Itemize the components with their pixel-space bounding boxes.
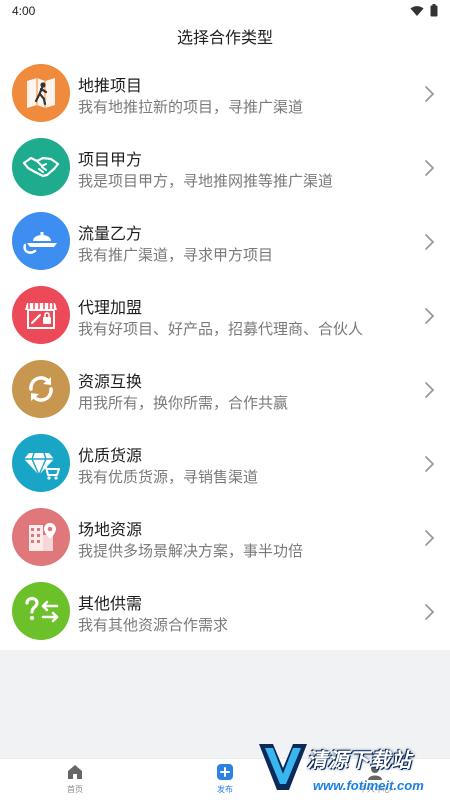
handshake-icon	[12, 138, 70, 196]
item-description: 我是项目甲方，寻地推网推等推广渠道	[78, 173, 334, 190]
page-header: 选择合作类型	[0, 22, 450, 58]
chevron-right-icon	[425, 530, 435, 546]
item-title: 资源互换	[78, 374, 143, 391]
tab-publish[interactable]: 发布	[195, 763, 255, 795]
chevron-right-icon	[425, 86, 435, 102]
item-title: 流量乙方	[78, 226, 143, 243]
exchange-arrows-icon	[12, 360, 70, 418]
plus-square-icon	[217, 764, 233, 780]
status-icons	[410, 4, 438, 17]
item-description: 我提供多场景解决方案，事半功倍	[78, 543, 304, 560]
battery-icon	[430, 4, 438, 17]
status-time: 4:00	[12, 4, 36, 18]
item-title: 代理加盟	[78, 300, 143, 317]
cooperation-type-list: 地推项目 我有地推拉新的项目，寻推广渠道 项目甲方 我是项目甲方，寻地推网推等推…	[0, 58, 450, 650]
item-description: 我有地推拉新的项目，寻推广渠道	[78, 99, 304, 116]
item-description: 我有好项目、好产品，招募代理商、合伙人	[78, 321, 364, 338]
tab-label: 首页	[67, 785, 83, 794]
diamond-cart-icon	[12, 434, 70, 492]
wifi-icon	[410, 5, 424, 16]
item-description: 用我所有，换你所需，合作共赢	[78, 395, 289, 412]
tab-label: 发布	[217, 785, 233, 794]
page-title: 选择合作类型	[176, 30, 273, 47]
list-item-agency-franchise[interactable]: 代理加盟 我有好项目、好产品，招募代理商、合伙人	[0, 280, 450, 354]
item-title: 项目甲方	[78, 152, 143, 169]
cloche-serving-icon	[12, 212, 70, 270]
status-bar: 4:00	[0, 0, 450, 22]
chevron-right-icon	[425, 160, 435, 176]
list-item-other-needs[interactable]: 其他供需 我有其他资源合作需求	[0, 576, 450, 650]
item-description: 我有推广渠道，寻求甲方项目	[78, 247, 274, 264]
chevron-right-icon	[425, 382, 435, 398]
watermark: 清源下载站 www.fotimeit.com	[255, 738, 445, 798]
watermark-url: www.fotimeit.com	[313, 778, 424, 793]
item-title: 地推项目	[78, 78, 143, 95]
tab-home[interactable]: 首页	[45, 763, 105, 795]
list-item-ground-promotion[interactable]: 地推项目 我有地推拉新的项目，寻推广渠道	[0, 58, 450, 132]
chevron-right-icon	[425, 604, 435, 620]
item-description: 我有优质货源，寻销售渠道	[78, 469, 259, 486]
building-location-icon	[12, 508, 70, 566]
item-title: 优质货源	[78, 448, 143, 465]
home-icon	[68, 765, 82, 779]
list-item-quality-supply[interactable]: 优质货源 我有优质货源，寻销售渠道	[0, 428, 450, 502]
watermark-text: 清源下载站	[307, 750, 412, 772]
list-item-project-party-a[interactable]: 项目甲方 我是项目甲方，寻地推网推等推广渠道	[0, 132, 450, 206]
list-item-traffic-party-b[interactable]: 流量乙方 我有推广渠道，寻求甲方项目	[0, 206, 450, 280]
storefront-lock-icon	[12, 286, 70, 344]
item-title: 其他供需	[78, 596, 143, 613]
chevron-right-icon	[425, 234, 435, 250]
item-description: 我有其他资源合作需求	[78, 617, 229, 634]
list-item-resource-exchange[interactable]: 资源互换 用我所有，换你所需，合作共赢	[0, 354, 450, 428]
list-item-venue-resources[interactable]: 场地资源 我提供多场景解决方案，事半功倍	[0, 502, 450, 576]
walking-person-map-icon	[12, 64, 70, 122]
chevron-right-icon	[425, 456, 435, 472]
chevron-right-icon	[425, 308, 435, 324]
question-swap-icon	[12, 582, 70, 640]
item-title: 场地资源	[78, 522, 143, 539]
watermark-logo-icon	[259, 744, 307, 790]
